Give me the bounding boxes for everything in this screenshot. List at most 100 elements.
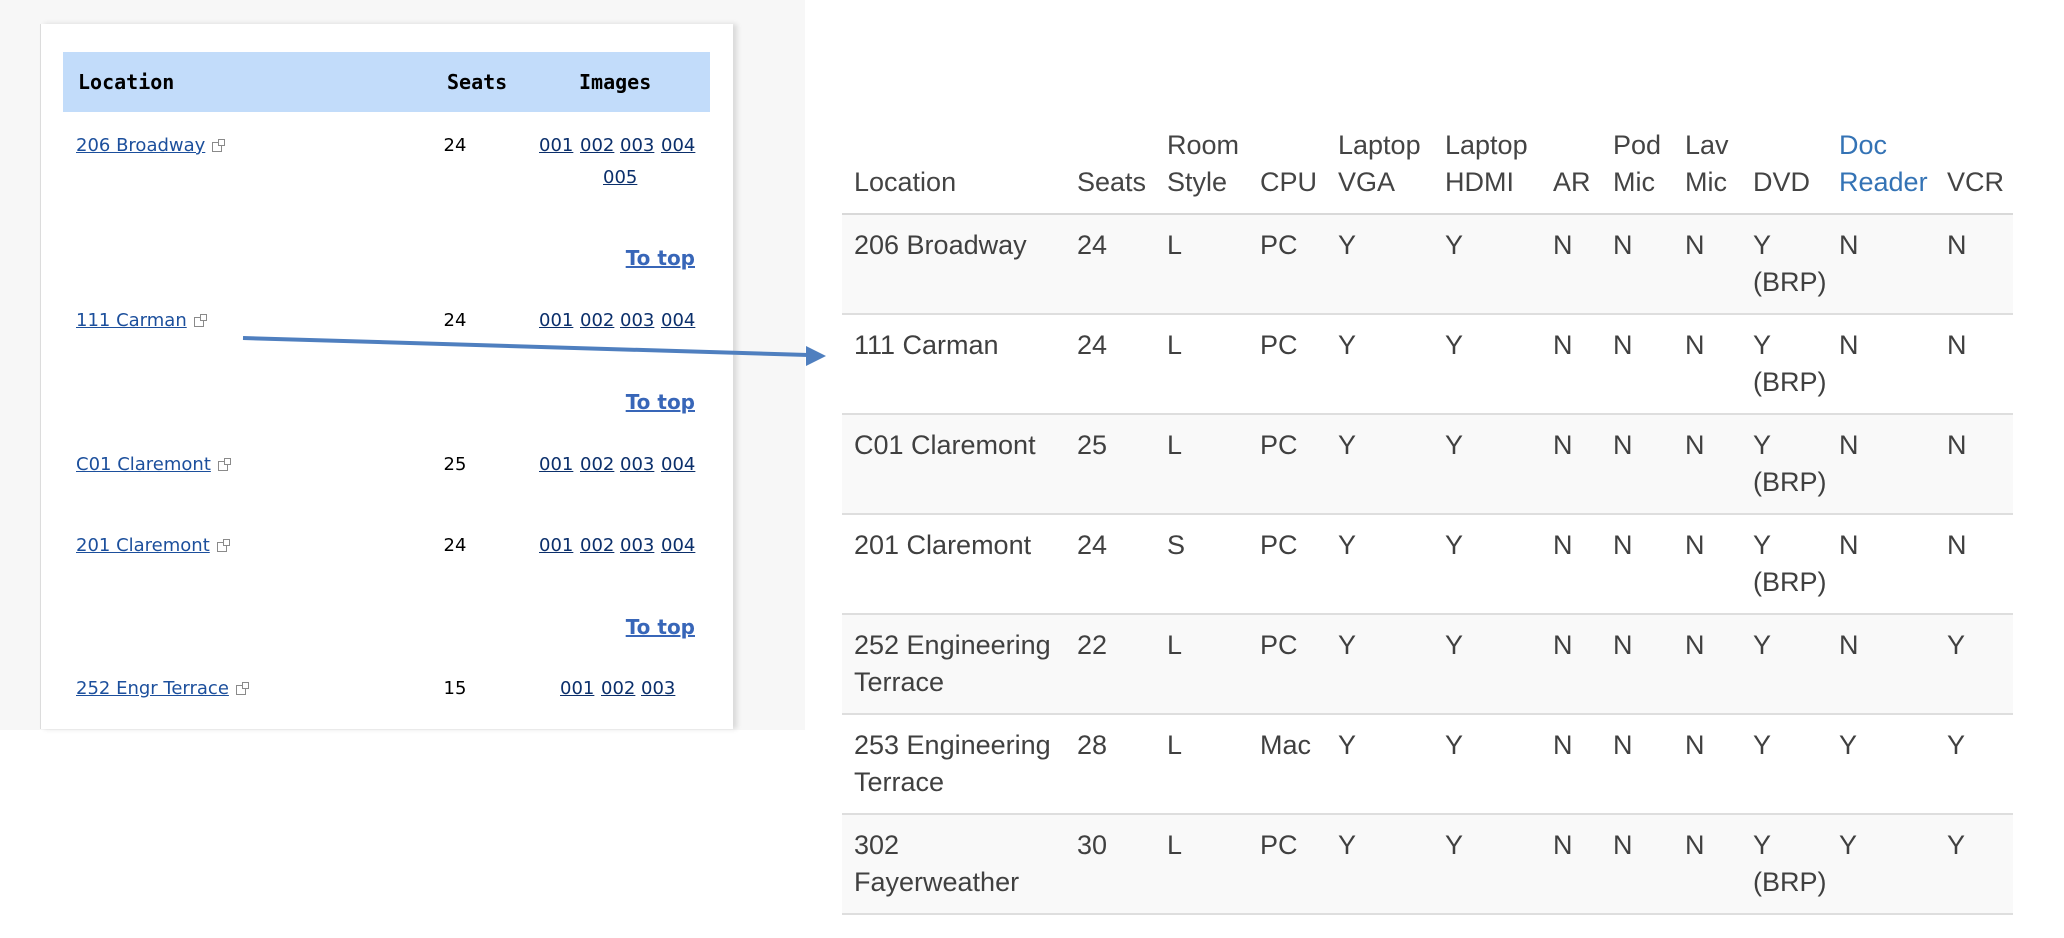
cell-lav-mic: N bbox=[1685, 527, 1705, 564]
cell-line: (BRP) bbox=[1753, 367, 1827, 397]
cell-dvd: Y (BRP) bbox=[1753, 827, 1827, 901]
header-doc-reader[interactable]: Doc Reader bbox=[1839, 127, 1928, 201]
cell-line: N bbox=[1553, 230, 1573, 260]
cell-pod-mic: N bbox=[1613, 427, 1633, 464]
table-row: 302 Fayerweather 30 L PC Y Y N N N Y (BRP) Y Y bbox=[842, 815, 2013, 915]
cell-seats: 24 bbox=[1077, 327, 1107, 364]
cell-line: Y bbox=[1338, 430, 1357, 460]
cell-line: L bbox=[1167, 630, 1183, 660]
cell-line: N bbox=[1685, 330, 1705, 360]
cell-pod-mic: N bbox=[1613, 527, 1633, 564]
cell-line: N bbox=[1613, 830, 1633, 860]
arrow-head bbox=[806, 346, 826, 366]
cell-location: 253 Engineering Terrace bbox=[854, 727, 1051, 801]
header-line: Reader bbox=[1839, 167, 1928, 197]
cell-line: Y bbox=[1753, 330, 1772, 360]
cell-dvd: Y (BRP) bbox=[1753, 227, 1827, 301]
cell-ar: N bbox=[1553, 427, 1573, 464]
cell-line: L bbox=[1167, 730, 1183, 760]
cell-line: 24 bbox=[1077, 530, 1108, 560]
cell-line: Y bbox=[1839, 830, 1858, 860]
header-line: VGA bbox=[1338, 167, 1396, 197]
cell-vcr: Y bbox=[1947, 727, 1965, 764]
cell-cpu: PC bbox=[1260, 527, 1298, 564]
header-line: Style bbox=[1167, 167, 1228, 197]
cell-pod-mic: N bbox=[1613, 227, 1633, 264]
cell-location: 206 Broadway bbox=[854, 227, 1027, 264]
cell-seats: 24 bbox=[1077, 227, 1107, 264]
cell-line: N bbox=[1839, 330, 1859, 360]
cell-laptop-vga: Y bbox=[1338, 227, 1356, 264]
cell-line: N bbox=[1839, 530, 1859, 560]
header-laptop-hdmi: Laptop HDMI bbox=[1445, 127, 1528, 201]
header-line: Laptop bbox=[1445, 130, 1528, 160]
cell-line: N bbox=[1685, 230, 1705, 260]
cell-doc-reader: Y bbox=[1839, 827, 1857, 864]
cell-line: Y bbox=[1947, 730, 1966, 760]
cell-ar: N bbox=[1553, 327, 1573, 364]
cell-line: Y bbox=[1338, 730, 1357, 760]
header-cpu: CPU bbox=[1260, 164, 1317, 201]
cell-dvd: Y (BRP) bbox=[1753, 427, 1827, 501]
cell-dvd: Y bbox=[1753, 627, 1771, 664]
cell-lav-mic: N bbox=[1685, 427, 1705, 464]
cell-line: 252 Engineering bbox=[854, 630, 1051, 660]
cell-line: Terrace bbox=[854, 667, 945, 697]
cell-laptop-hdmi: Y bbox=[1445, 627, 1463, 664]
header-pod-mic: Pod Mic bbox=[1613, 127, 1661, 201]
cell-pod-mic: N bbox=[1613, 727, 1633, 764]
table-row: C01 Claremont 25 L PC Y Y N N N Y (BRP) N N bbox=[842, 415, 2013, 515]
cell-doc-reader: N bbox=[1839, 227, 1859, 264]
cell-line: Y bbox=[1445, 730, 1464, 760]
cell-line: N bbox=[1685, 430, 1705, 460]
arrow-shaft bbox=[242, 336, 809, 357]
header-line: Lav bbox=[1685, 130, 1729, 160]
cell-laptop-vga: Y bbox=[1338, 327, 1356, 364]
cell-line: 28 bbox=[1077, 730, 1108, 760]
cell-line: Y bbox=[1947, 630, 1966, 660]
header-laptop-vga: Laptop VGA bbox=[1338, 127, 1421, 201]
header-line: Mic bbox=[1685, 167, 1727, 197]
cell-room-style: S bbox=[1167, 527, 1185, 564]
cell-line: N bbox=[1947, 530, 1967, 560]
cell-line: Mac bbox=[1260, 730, 1312, 760]
header-lav-mic: Lav Mic bbox=[1685, 127, 1729, 201]
cell-pod-mic: N bbox=[1613, 327, 1633, 364]
cell-room-style: L bbox=[1167, 627, 1182, 664]
cell-laptop-hdmi: Y bbox=[1445, 527, 1463, 564]
cell-line: 111 Carman bbox=[854, 330, 999, 360]
cell-line: 24 bbox=[1077, 330, 1108, 360]
header-line: Room bbox=[1167, 130, 1240, 160]
cell-line: (BRP) bbox=[1753, 867, 1827, 897]
cell-room-style: L bbox=[1167, 727, 1182, 764]
cell-dvd: Y (BRP) bbox=[1753, 327, 1827, 401]
header-dvd: DVD bbox=[1753, 164, 1810, 201]
cell-line: C01 Claremont bbox=[854, 430, 1036, 460]
cell-line: N bbox=[1613, 230, 1633, 260]
cell-line: N bbox=[1613, 630, 1633, 660]
cell-line: N bbox=[1685, 630, 1705, 660]
cell-line: PC bbox=[1260, 230, 1298, 260]
cell-lav-mic: N bbox=[1685, 227, 1705, 264]
cell-line: Terrace bbox=[854, 767, 945, 797]
cell-seats: 22 bbox=[1077, 627, 1107, 664]
cell-lav-mic: N bbox=[1685, 327, 1705, 364]
cell-line: Y bbox=[1753, 730, 1772, 760]
cell-room-style: L bbox=[1167, 427, 1182, 464]
cell-location: 111 Carman bbox=[854, 327, 999, 364]
cell-line: N bbox=[1613, 530, 1633, 560]
cell-seats: 30 bbox=[1077, 827, 1107, 864]
cell-seats: 24 bbox=[1077, 527, 1107, 564]
cell-line: Y bbox=[1445, 530, 1464, 560]
table-row: 201 Claremont 24 S PC Y Y N N N Y (BRP) N N bbox=[842, 515, 2013, 615]
cell-line: N bbox=[1685, 730, 1705, 760]
cell-laptop-vga: Y bbox=[1338, 427, 1356, 464]
cell-line: 24 bbox=[1077, 230, 1108, 260]
cell-line: N bbox=[1613, 430, 1633, 460]
cell-doc-reader: N bbox=[1839, 527, 1859, 564]
cell-location: 302 Fayerweather bbox=[854, 827, 1019, 901]
cell-line: Y bbox=[1338, 830, 1357, 860]
cell-line: L bbox=[1167, 330, 1183, 360]
cell-room-style: L bbox=[1167, 327, 1182, 364]
cell-line: N bbox=[1685, 830, 1705, 860]
